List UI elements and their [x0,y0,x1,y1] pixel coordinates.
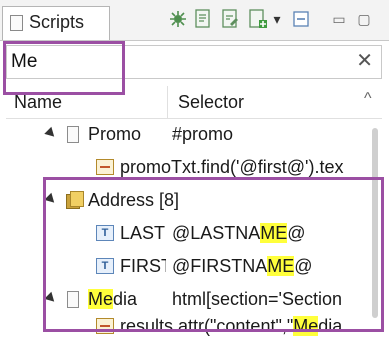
scripts-tab[interactable]: Scripts [2,6,110,40]
minimize-icon[interactable]: ▭ [330,8,348,30]
bug-icon[interactable] [166,8,190,30]
column-header-selector[interactable]: Selector [178,92,244,113]
table-row[interactable]: Promo #promo [6,118,368,151]
edit-page-icon[interactable] [218,8,242,30]
dropdown-arrow-icon[interactable]: ▾ [270,8,284,30]
row-name: Promo [88,124,142,144]
new-page-icon[interactable] [191,8,215,30]
collapse-icon[interactable] [290,8,312,30]
row-name: promoTxt.find('@first@').tex [120,157,344,177]
tab-label: Scripts [29,12,85,32]
page-icon [67,126,79,143]
view-tab-bar: Scripts ▾ ▭ ▢ [0,0,389,41]
annotation-box-results [43,177,384,332]
add-page-icon[interactable] [246,8,270,30]
page-icon [10,15,23,31]
maximize-icon[interactable]: ▢ [355,8,373,30]
sort-caret-icon[interactable]: ^ [364,90,372,108]
clear-icon[interactable]: ✕ [356,48,373,73]
column-divider[interactable] [167,86,168,118]
expand-arrow-icon[interactable] [44,126,58,141]
script-icon [96,159,114,175]
column-header-name[interactable]: Name [14,92,62,113]
row-selector: #promo [172,124,234,144]
annotation-box-search [3,41,125,95]
